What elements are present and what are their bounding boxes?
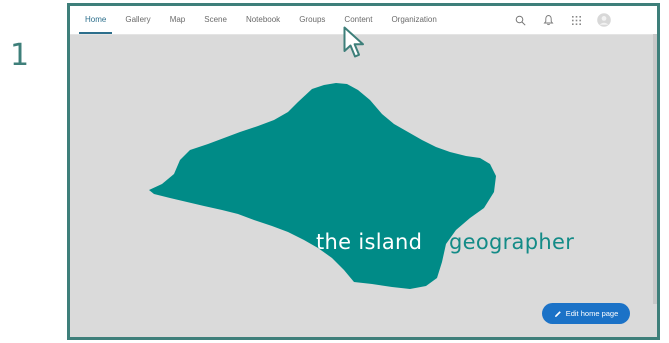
banner-title-part2: geographer bbox=[449, 230, 575, 254]
vertical-scrollbar[interactable] bbox=[653, 34, 657, 304]
island-map-shape bbox=[149, 83, 496, 289]
tab-organization[interactable]: Organization bbox=[385, 6, 442, 34]
nav-tabs: Home Gallery Map Scene Notebook Groups C… bbox=[79, 6, 450, 34]
tab-scene[interactable]: Scene bbox=[198, 6, 233, 34]
home-page-banner: the island geographer bbox=[70, 34, 657, 337]
avatar[interactable] bbox=[597, 13, 611, 27]
tab-groups[interactable]: Groups bbox=[293, 6, 331, 34]
search-icon[interactable] bbox=[513, 13, 527, 27]
tab-map[interactable]: Map bbox=[164, 6, 192, 34]
bell-icon[interactable] bbox=[541, 13, 555, 27]
tab-notebook[interactable]: Notebook bbox=[240, 6, 286, 34]
step-number: 1 bbox=[10, 38, 30, 73]
nav-icons bbox=[499, 6, 611, 34]
banner-title-part1: the island bbox=[316, 230, 423, 254]
apps-grid-icon[interactable] bbox=[569, 13, 583, 27]
edit-home-page-button[interactable]: Edit home page bbox=[542, 303, 630, 324]
tab-home[interactable]: Home bbox=[79, 6, 113, 34]
edit-home-page-label: Edit home page bbox=[565, 309, 619, 318]
mouse-cursor-icon bbox=[343, 26, 364, 58]
pencil-icon bbox=[554, 310, 561, 317]
tab-gallery[interactable]: Gallery bbox=[119, 6, 156, 34]
